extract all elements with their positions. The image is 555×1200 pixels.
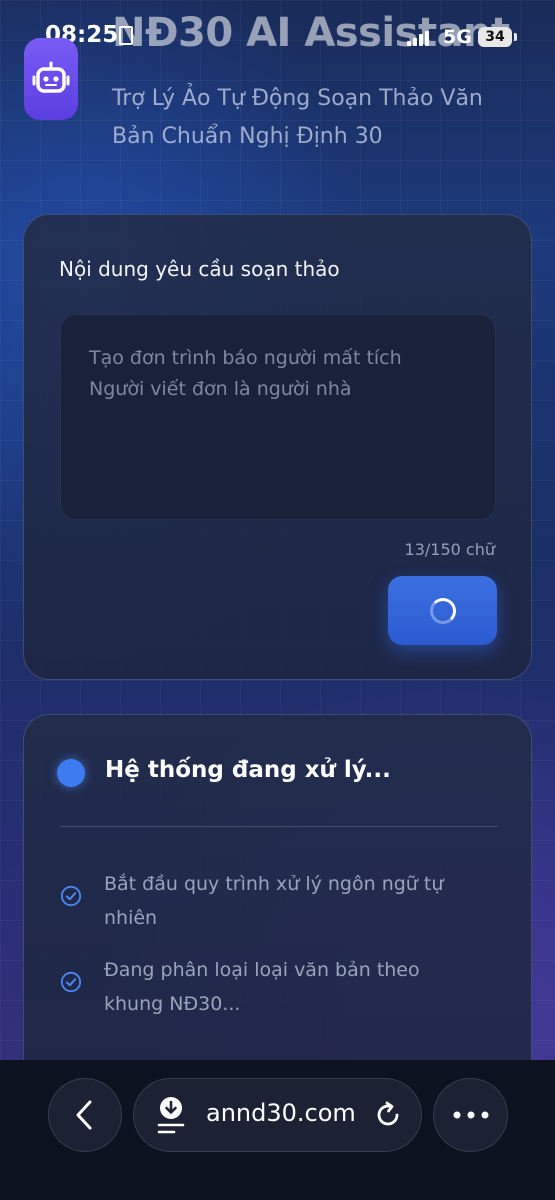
more-icon bbox=[453, 1111, 488, 1119]
request-input[interactable]: Tạo đơn trình báo người mất tích Người v… bbox=[60, 314, 496, 520]
request-input-text: Tạo đơn trình báo người mất tích Người v… bbox=[89, 347, 402, 400]
check-circle-icon bbox=[60, 885, 82, 907]
check-circle-icon bbox=[60, 971, 82, 993]
network-type: 5G bbox=[443, 26, 472, 48]
loading-spinner-icon bbox=[429, 597, 456, 624]
url-text: annd30.com bbox=[206, 1099, 356, 1127]
battery-icon: 34 bbox=[478, 27, 517, 47]
chevron-left-icon bbox=[76, 1100, 92, 1130]
app-subtitle: Trợ Lý Ảo Tự Động Soạn Thảo Văn Bản Chuẩ… bbox=[112, 86, 483, 149]
submit-button[interactable] bbox=[388, 576, 497, 645]
processing-card: Hệ thống đang xử lý... Bắt đầu quy trình… bbox=[23, 714, 532, 1084]
process-step-text: Đang phân loại loại văn bản theo khung N… bbox=[104, 959, 420, 1015]
download-icon bbox=[157, 1097, 185, 1134]
process-step-text: Bắt đầu quy trình xử lý ngôn ngữ tự nhiê… bbox=[104, 873, 444, 929]
robot-icon bbox=[24, 38, 78, 120]
back-button[interactable] bbox=[48, 1078, 122, 1152]
address-bar[interactable]: annd30.com bbox=[133, 1078, 422, 1152]
reload-icon[interactable] bbox=[373, 1100, 403, 1130]
more-button[interactable] bbox=[433, 1078, 508, 1152]
processing-title: Hệ thống đang xử lý... bbox=[105, 757, 391, 783]
char-count: 13/150 chữ bbox=[404, 540, 495, 559]
request-card: Nội dung yêu cầu soạn thảo Tạo đơn trình… bbox=[23, 214, 532, 680]
processing-status-icon bbox=[57, 759, 85, 787]
divider bbox=[60, 826, 498, 827]
signal-icon bbox=[407, 30, 429, 46]
request-label: Nội dung yêu cầu soạn thảo bbox=[59, 257, 340, 281]
sim-card-icon bbox=[119, 26, 133, 45]
